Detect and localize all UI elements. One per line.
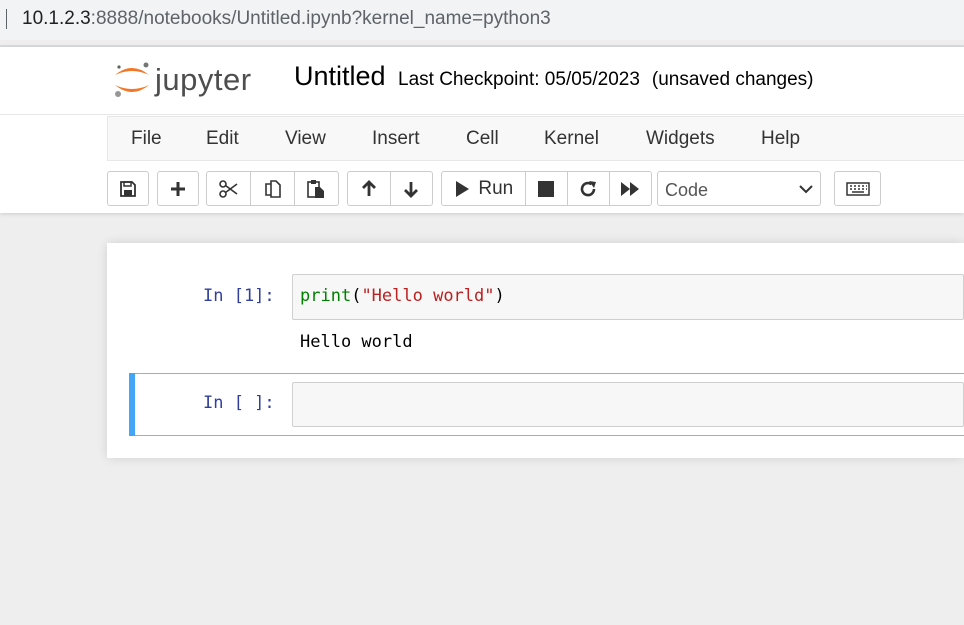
last-checkpoint-text: Last Checkpoint: 05/05/2023 [398, 69, 640, 90]
save-icon [120, 180, 136, 197]
code-paren-open: ( [351, 286, 362, 306]
insert-cell-button[interactable] [157, 171, 199, 206]
restart-kernel-button[interactable] [567, 180, 609, 198]
jupyter-logo[interactable]: jupyter [111, 58, 271, 100]
header-divider [0, 114, 964, 115]
fast-forward-icon [621, 181, 640, 196]
command-palette-button[interactable] [834, 171, 881, 206]
logo-text: jupyter [155, 62, 252, 97]
copy-button[interactable] [251, 179, 295, 199]
jupyter-logo-icon [115, 62, 149, 97]
checkpoint-status: Last Checkpoint: 05/05/2023 (unsaved chan… [398, 69, 814, 91]
cell-output: Hello world [300, 332, 413, 352]
arrow-down-icon [404, 181, 418, 198]
toolbar-divider [609, 171, 610, 206]
code-line: print("Hello world") [300, 286, 505, 306]
move-down-button[interactable] [390, 180, 432, 198]
url-host: 10.1.2.3 [22, 8, 91, 29]
toolbar-divider [567, 171, 568, 206]
menu-insert[interactable]: Insert [372, 128, 420, 150]
menu-cell[interactable]: Cell [466, 128, 499, 150]
code-paren-close: ) [494, 286, 505, 306]
menu-help[interactable]: Help [761, 128, 800, 150]
toolbar-divider [294, 171, 295, 206]
menu-file[interactable]: File [131, 128, 162, 150]
copy-icon [264, 179, 281, 198]
toolbar-divider [525, 171, 526, 206]
code-string: "Hello world" [361, 286, 495, 306]
paste-icon [307, 179, 325, 198]
chevron-down-icon [799, 185, 813, 194]
code-input-area[interactable]: print("Hello world") [292, 274, 964, 320]
play-icon [456, 180, 470, 197]
url-text[interactable]: 10.1.2.3:8888/notebooks/Untitled.ipynb?k… [22, 8, 551, 30]
url-path: :8888/notebooks/Untitled.ipynb?kernel_na… [90, 8, 551, 29]
restart-icon [581, 180, 597, 196]
cell-type-value: Code [665, 180, 709, 200]
restart-run-all-button[interactable] [609, 181, 651, 197]
run-button[interactable]: Run [442, 178, 526, 200]
move-up-button[interactable] [348, 179, 390, 198]
paste-button[interactable] [294, 179, 338, 199]
save-button[interactable] [107, 171, 149, 206]
menubar: File Edit View Insert Cell Kernel Widget… [107, 116, 964, 161]
notebook-header: jupyter Untitled Last Checkpoint: 05/05/… [0, 47, 964, 213]
cut-button[interactable] [207, 179, 251, 198]
text-caret [6, 9, 7, 29]
run-button-group: Run [441, 171, 652, 206]
run-label: Run [478, 177, 514, 199]
scissors-icon [219, 179, 238, 198]
arrow-up-icon [362, 179, 376, 196]
plus-icon [171, 181, 185, 196]
edit-button-group [206, 171, 339, 206]
input-prompt: In [1]: [203, 286, 275, 306]
stop-icon [538, 180, 555, 197]
toolbar-divider [390, 171, 391, 206]
selected-cell-indicator [129, 373, 135, 436]
interrupt-kernel-button[interactable] [526, 180, 568, 197]
menu-kernel[interactable]: Kernel [544, 128, 599, 150]
cell-type-select[interactable]: Code [657, 171, 821, 206]
input-prompt: In [ ]: [203, 393, 275, 413]
toolbar-divider [250, 171, 251, 206]
notebook-container: In [1]: print("Hello world") Hello world… [107, 243, 964, 458]
code-function: print [300, 286, 352, 306]
notebook-title[interactable]: Untitled [294, 61, 386, 92]
unsaved-changes-text: (unsaved changes) [651, 69, 814, 90]
address-bar[interactable]: 10.1.2.3:8888/notebooks/Untitled.ipynb?k… [0, 0, 964, 40]
menu-edit[interactable]: Edit [206, 128, 239, 150]
menu-widgets[interactable]: Widgets [646, 128, 715, 150]
code-input-area[interactable] [292, 382, 964, 427]
menu-view[interactable]: View [285, 128, 326, 150]
keyboard-icon [845, 181, 870, 196]
